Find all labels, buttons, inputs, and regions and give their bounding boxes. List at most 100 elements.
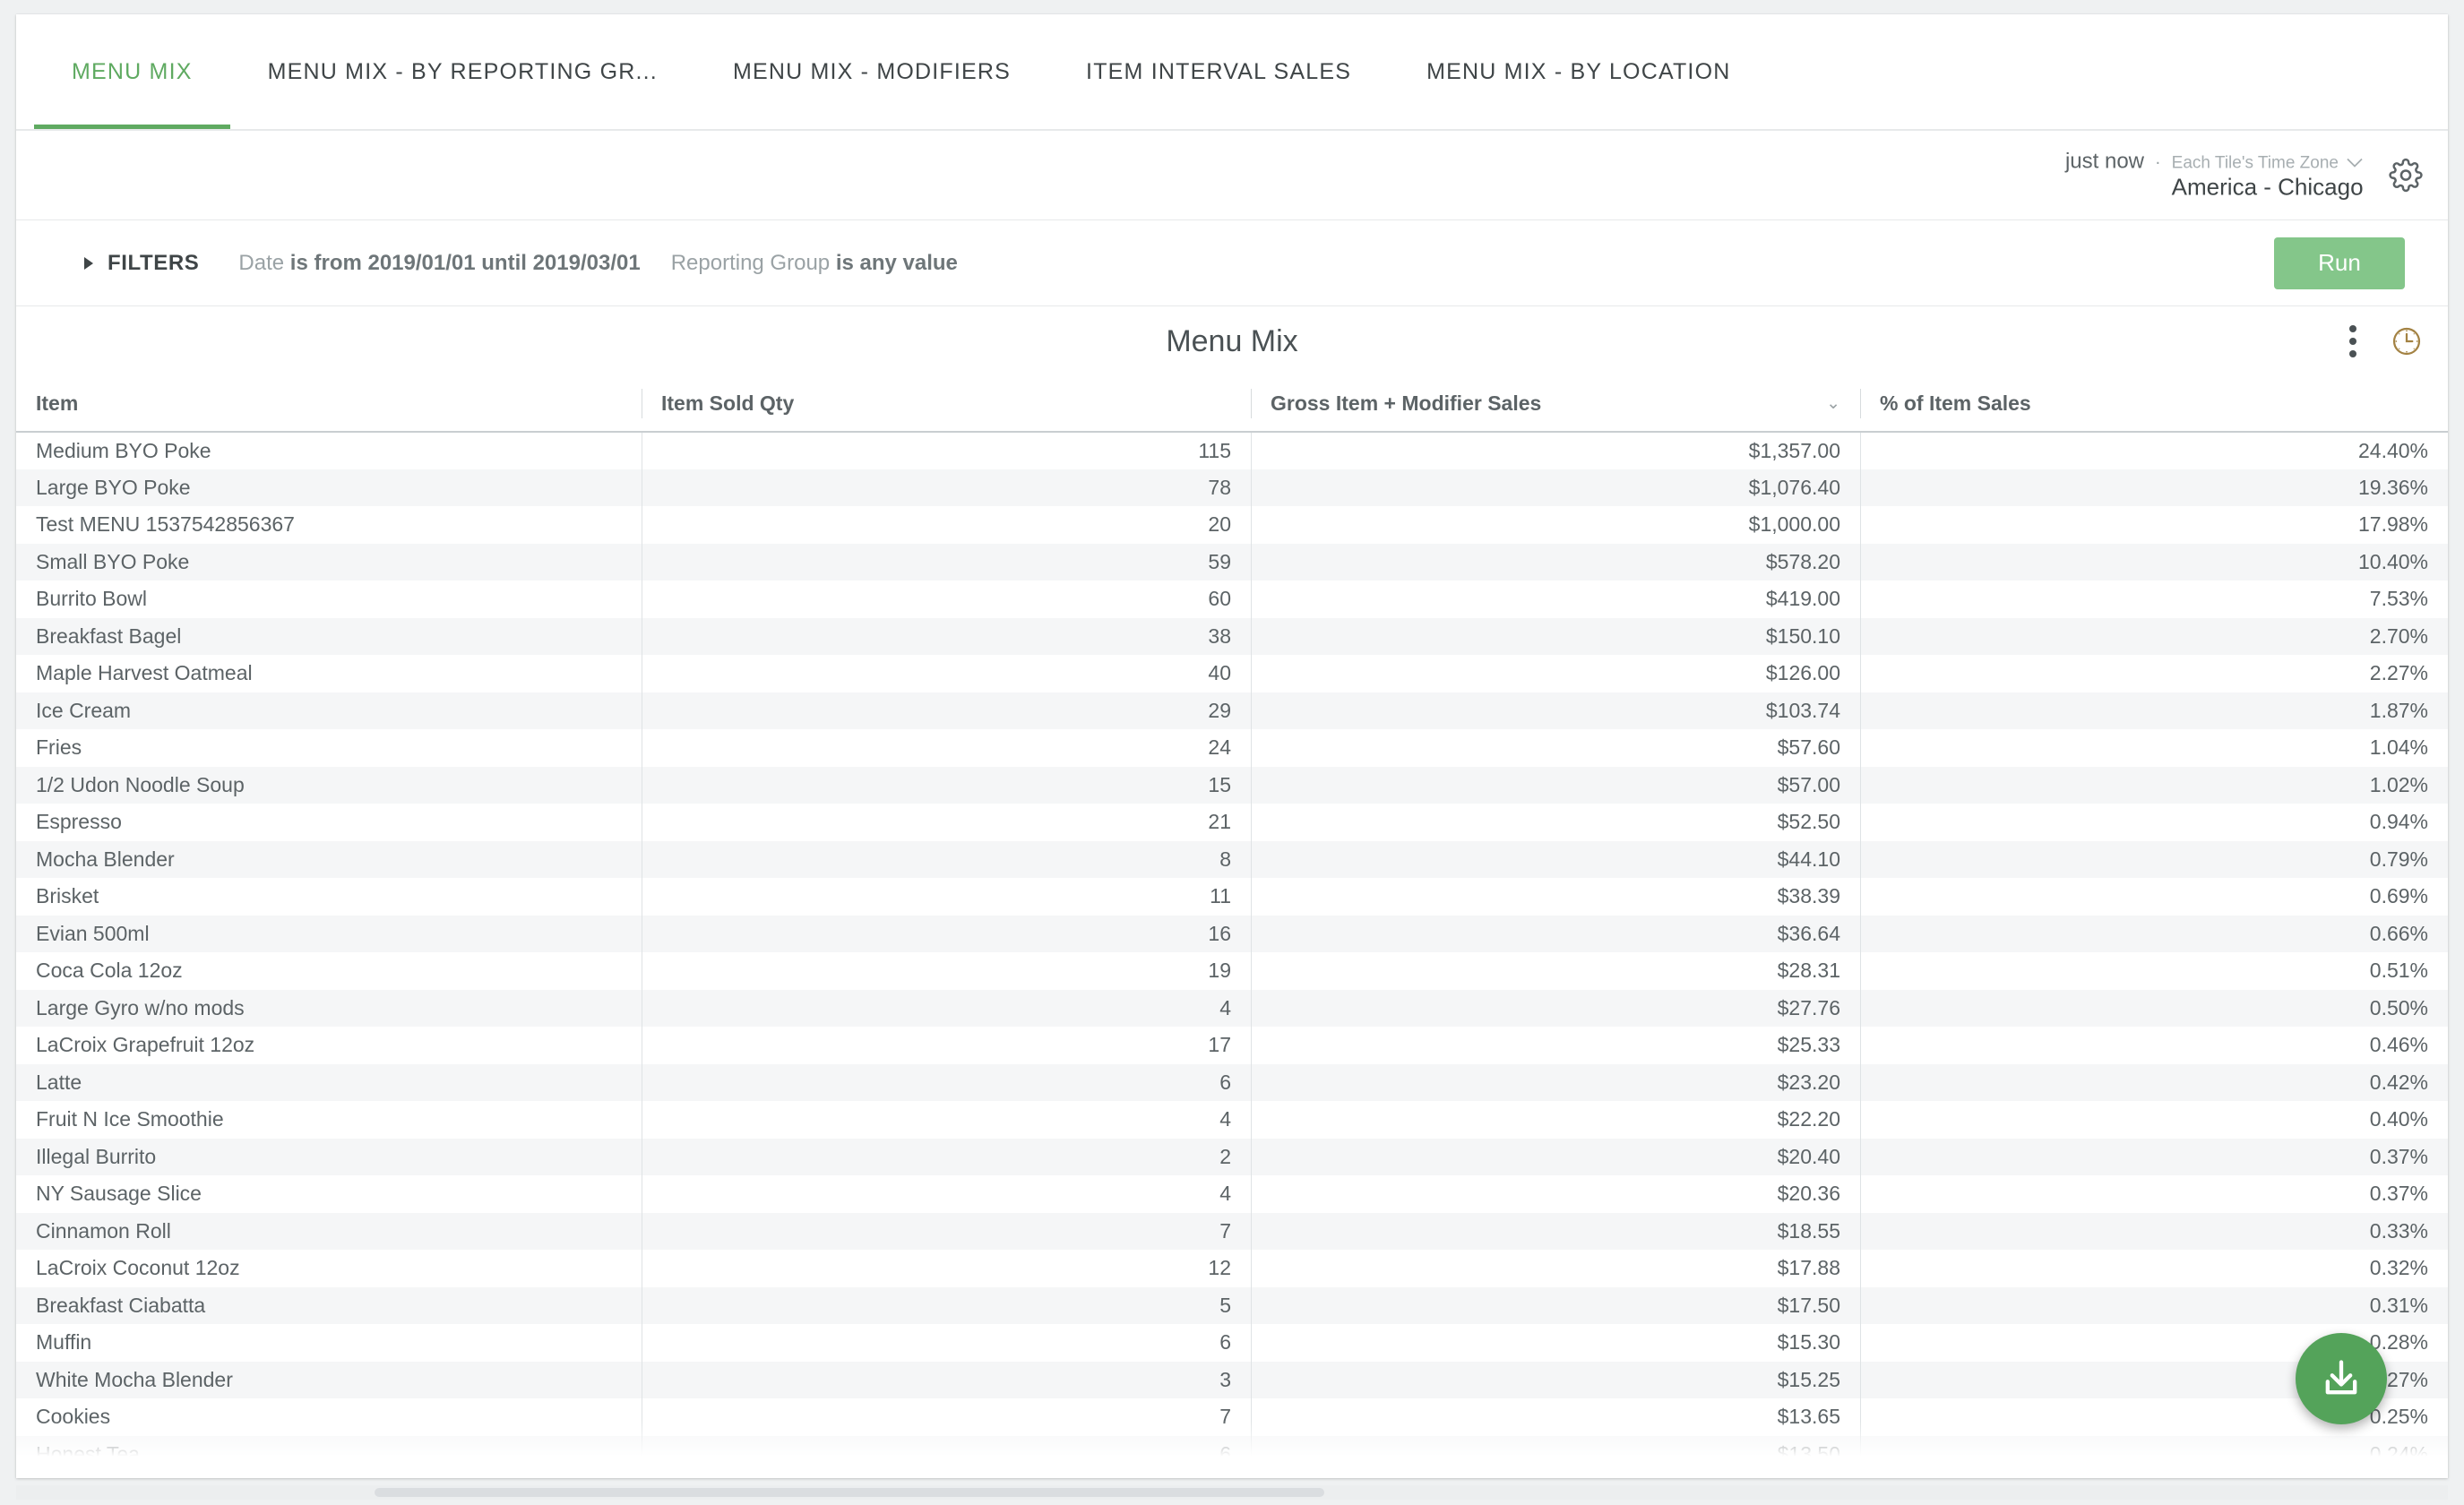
tab-menu-mix-modifiers[interactable]: MENU MIX - MODIFIERS bbox=[695, 14, 1048, 129]
cell-percent-of-item-sales: 0.24% bbox=[1860, 1435, 2448, 1474]
table-row[interactable]: Breakfast Ciabatta 5 $17.50 0.31% bbox=[16, 1286, 2448, 1325]
table-row[interactable]: Fruit N Ice Smoothie 4 $22.20 0.40% bbox=[16, 1101, 2448, 1139]
cell-item-sold-qty: 12 bbox=[642, 1250, 1251, 1287]
table-row[interactable]: Illegal Burrito 2 $20.40 0.37% bbox=[16, 1138, 2448, 1175]
download-fab-button[interactable] bbox=[2296, 1333, 2387, 1424]
cell-item-sold-qty: 20 bbox=[642, 506, 1251, 544]
cell-item-sold-qty: 4 bbox=[642, 989, 1251, 1028]
filter-chip-date[interactable]: Date is from 2019/01/01 until 2019/03/01 bbox=[238, 251, 640, 276]
filter-value: is from 2019/01/01 until 2019/03/01 bbox=[289, 250, 641, 275]
table-row[interactable]: NY Sausage Slice 4 $20.36 0.37% bbox=[16, 1175, 2448, 1213]
column-header-percent-of-item-sales[interactable]: % of Item Sales bbox=[1860, 376, 2448, 433]
cell-percent-of-item-sales: 0.51% bbox=[1860, 952, 2448, 990]
table-row[interactable]: Cookies 7 $13.65 0.25% bbox=[16, 1398, 2448, 1436]
more-vertical-icon bbox=[2349, 350, 2356, 357]
last-updated-text: just now bbox=[2064, 149, 2144, 174]
more-vertical-icon bbox=[2349, 325, 2356, 332]
table-row[interactable]: Large BYO Poke 78 $1,076.40 19.36% bbox=[16, 469, 2448, 506]
table-row[interactable]: Mocha Blender 8 $44.10 0.79% bbox=[16, 840, 2448, 879]
tab-menu-mix[interactable]: MENU MIX bbox=[34, 14, 230, 129]
table-row[interactable]: Fries 24 $57.60 1.04% bbox=[16, 729, 2448, 767]
last-updated-group: just now · Each Tile's Time Zone America… bbox=[2065, 149, 2364, 202]
tab-label: MENU MIX bbox=[72, 58, 193, 84]
table-row[interactable]: Burrito Bowl 60 $419.00 7.53% bbox=[16, 580, 2448, 618]
run-button[interactable]: Run bbox=[2274, 236, 2405, 289]
table-row[interactable]: Brisket 11 $38.39 0.69% bbox=[16, 878, 2448, 916]
table-body: Medium BYO Poke 115 $1,357.00 24.40% Large B… bbox=[16, 432, 2448, 1473]
dashboard-settings-button[interactable] bbox=[2387, 157, 2425, 194]
dashboard-page: MENU MIX MENU MIX - BY REPORTING GR... M… bbox=[0, 0, 2464, 1505]
column-header-item[interactable]: Item bbox=[16, 376, 642, 433]
cell-gross-sales: $150.10 bbox=[1251, 617, 1860, 656]
cell-item: Mocha Blender bbox=[36, 847, 175, 871]
table-row[interactable]: Latte 6 $23.20 0.42% bbox=[16, 1063, 2448, 1102]
cell-item: Brisket bbox=[36, 884, 99, 908]
cell-gross-sales: $20.36 bbox=[1251, 1175, 1860, 1213]
cell-gross-sales: $419.00 bbox=[1251, 580, 1860, 618]
cell-item-sold-qty: 40 bbox=[642, 655, 1251, 692]
table-row[interactable]: LaCroix Grapefruit 12oz 17 $25.33 0.46% bbox=[16, 1027, 2448, 1064]
cell-item-sold-qty: 15 bbox=[642, 766, 1251, 804]
cell-percent-of-item-sales: 0.69% bbox=[1860, 878, 2448, 916]
table-row[interactable]: Test MENU 1537542856367 20 $1,000.00 17.98% bbox=[16, 506, 2448, 544]
horizontal-scrollbar-track[interactable] bbox=[16, 1485, 2448, 1500]
cell-item: Cinnamon Roll bbox=[36, 1218, 171, 1243]
column-header-gross-item-modifier-sales[interactable]: Gross Item + Modifier Sales ⌄ bbox=[1251, 376, 1860, 433]
tab-item-interval-sales[interactable]: ITEM INTERVAL SALES bbox=[1048, 14, 1389, 129]
cell-item: Latte bbox=[36, 1070, 82, 1094]
cell-item: Honest Tea bbox=[36, 1441, 140, 1466]
dashboard-meta-row: just now · Each Tile's Time Zone America… bbox=[16, 131, 2448, 220]
filters-toggle[interactable]: FILTERS bbox=[84, 251, 199, 276]
menu-mix-table-container[interactable]: Item Item Sold Qty Gross Item + Modifier… bbox=[16, 376, 2448, 1478]
cell-item: Cookies bbox=[36, 1405, 111, 1429]
cell-item-sold-qty: 11 bbox=[642, 878, 1251, 916]
table-row[interactable]: Maple Harvest Oatmeal 40 $126.00 2.27% bbox=[16, 655, 2448, 692]
column-header-item-sold-qty[interactable]: Item Sold Qty bbox=[642, 376, 1251, 433]
tile-menu-button[interactable] bbox=[2346, 322, 2360, 361]
tab-label: ITEM INTERVAL SALES bbox=[1086, 58, 1352, 84]
table-row[interactable]: Evian 500ml 16 $36.64 0.66% bbox=[16, 915, 2448, 952]
table-row[interactable]: Coca Cola 12oz 19 $28.31 0.51% bbox=[16, 952, 2448, 990]
cell-gross-sales: $15.25 bbox=[1251, 1361, 1860, 1399]
tile-clock-button[interactable] bbox=[2391, 325, 2423, 357]
cell-item-sold-qty: 19 bbox=[642, 952, 1251, 990]
cell-item-sold-qty: 6 bbox=[642, 1324, 1251, 1362]
cell-item: Test MENU 1537542856367 bbox=[36, 512, 295, 537]
cell-item: Medium BYO Poke bbox=[36, 438, 211, 462]
table-row[interactable]: Large Gyro w/no mods 4 $27.76 0.50% bbox=[16, 989, 2448, 1028]
tab-menu-mix-by-location[interactable]: MENU MIX - BY LOCATION bbox=[1389, 14, 1768, 129]
table-row[interactable]: Honest Tea 6 $13.50 0.24% bbox=[16, 1435, 2448, 1474]
horizontal-scrollbar-thumb[interactable] bbox=[375, 1488, 1324, 1497]
timezone-selector[interactable]: Each Tile's Time Zone America - Chicago bbox=[2172, 152, 2364, 202]
cell-percent-of-item-sales: 1.87% bbox=[1860, 692, 2448, 730]
filter-chip-reporting-group[interactable]: Reporting Group is any value bbox=[671, 251, 958, 276]
column-label: Item Sold Qty bbox=[661, 391, 795, 415]
table-row[interactable]: White Mocha Blender 3 $15.25 0.27% bbox=[16, 1361, 2448, 1399]
tab-label: MENU MIX - MODIFIERS bbox=[732, 58, 1012, 84]
cell-percent-of-item-sales: 0.31% bbox=[1860, 1286, 2448, 1325]
meta-right-group: just now · Each Tile's Time Zone America… bbox=[2065, 149, 2425, 202]
table-row[interactable]: Ice Cream 29 $103.74 1.87% bbox=[16, 692, 2448, 730]
cell-item-sold-qty: 3 bbox=[642, 1361, 1251, 1399]
cell-item: Large Gyro w/no mods bbox=[36, 995, 245, 1019]
tile-title: Menu Mix bbox=[1166, 323, 1298, 358]
table-row[interactable]: Muffin 6 $15.30 0.28% bbox=[16, 1324, 2448, 1362]
table-header: Item Item Sold Qty Gross Item + Modifier… bbox=[16, 376, 2448, 433]
table-row[interactable]: LaCroix Coconut 12oz 12 $17.88 0.32% bbox=[16, 1250, 2448, 1287]
cell-gross-sales: $103.74 bbox=[1251, 692, 1860, 730]
cell-percent-of-item-sales: 0.40% bbox=[1860, 1101, 2448, 1139]
cell-percent-of-item-sales: 0.42% bbox=[1860, 1063, 2448, 1102]
table-row[interactable]: Medium BYO Poke 115 $1,357.00 24.40% bbox=[16, 432, 2448, 469]
cell-item: Fruit N Ice Smoothie bbox=[36, 1107, 224, 1131]
timezone-value: America - Chicago bbox=[2171, 173, 2364, 201]
tab-menu-mix-by-reporting-group[interactable]: MENU MIX - BY REPORTING GR... bbox=[230, 14, 695, 129]
cell-percent-of-item-sales: 0.79% bbox=[1860, 840, 2448, 879]
table-row[interactable]: Breakfast Bagel 38 $150.10 2.70% bbox=[16, 617, 2448, 656]
cell-percent-of-item-sales: 2.70% bbox=[1860, 617, 2448, 656]
cell-item: Maple Harvest Oatmeal bbox=[36, 661, 253, 685]
table-row[interactable]: Espresso 21 $52.50 0.94% bbox=[16, 804, 2448, 841]
table-row[interactable]: Small BYO Poke 59 $578.20 10.40% bbox=[16, 543, 2448, 580]
table-row[interactable]: 1/2 Udon Noodle Soup 15 $57.00 1.02% bbox=[16, 766, 2448, 804]
cell-item: NY Sausage Slice bbox=[36, 1182, 202, 1206]
table-row[interactable]: Cinnamon Roll 7 $18.55 0.33% bbox=[16, 1212, 2448, 1250]
